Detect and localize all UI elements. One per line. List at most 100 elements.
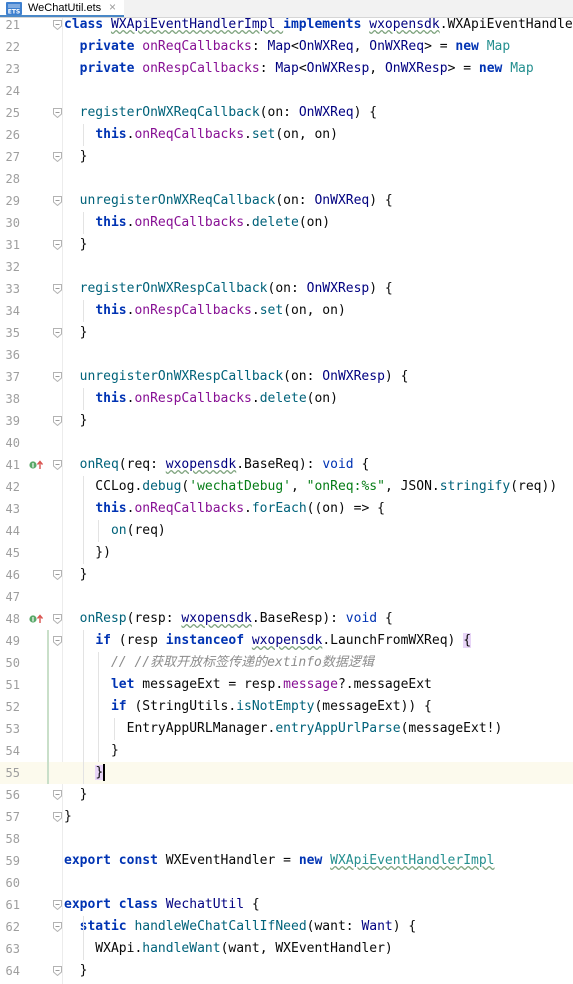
implements-method-icon[interactable]: I xyxy=(29,613,43,625)
indent-guide xyxy=(113,718,115,740)
code-line[interactable]: 61 export class WechatUtil { xyxy=(0,894,573,916)
code-line[interactable]: 62 static handleWeChatCallIfNeed(want: W… xyxy=(0,916,573,938)
implements-method-icon[interactable]: I xyxy=(29,459,43,471)
code-token: WXApiEventHandlerImpl xyxy=(330,853,495,868)
fold-marker-icon[interactable] xyxy=(53,966,62,976)
code-line[interactable]: 29 unregisterOnWXReqCallback(on: OnWXReq… xyxy=(0,190,573,212)
fold-marker-icon[interactable] xyxy=(53,108,62,118)
code-line[interactable]: 42 CCLog.debug('wechatDebug', "onReq:%s"… xyxy=(0,476,573,498)
code-text: registerOnWXRespCallback(on: OnWXResp) { xyxy=(64,278,393,300)
line-number: 49 xyxy=(5,634,20,648)
code-line[interactable]: 63 WXApi.handleWant(want, WXEventHandler… xyxy=(0,938,573,960)
code-line[interactable]: 44 on(req) xyxy=(0,520,573,542)
code-line[interactable]: 33 registerOnWXRespCallback(on: OnWXResp… xyxy=(0,278,573,300)
fold-marker-icon[interactable] xyxy=(53,416,62,426)
code-line[interactable]: 48 I onResp(resp: wxopensdk.BaseResp): vo… xyxy=(0,608,573,630)
line-number: 41 xyxy=(5,458,20,472)
code-token: onRespCallbacks xyxy=(134,303,252,318)
tab-title: WeChatUtil.ets xyxy=(28,2,102,14)
code-line[interactable]: 36 xyxy=(0,344,573,366)
code-line[interactable]: 56 } xyxy=(0,784,573,806)
code-token: OnWXResp xyxy=(306,281,370,296)
code-token: static xyxy=(79,919,135,934)
line-number: 56 xyxy=(5,788,20,802)
code-line[interactable]: 22 private onReqCallbacks: Map<OnWXReq, … xyxy=(0,36,573,58)
fold-marker-icon[interactable] xyxy=(53,614,62,624)
code-token: .BaseResp): xyxy=(251,611,346,626)
code-token: . xyxy=(244,215,252,230)
code-text: unregisterOnWXReqCallback(on: OnWXReq) { xyxy=(64,190,393,212)
vcs-change-marker[interactable] xyxy=(47,630,49,784)
code-line[interactable]: 59 export const WXEventHandler = new WXAp… xyxy=(0,850,573,872)
fold-marker-icon[interactable] xyxy=(53,240,62,250)
code-line[interactable]: 34 this.onRespCallbacks.set(on, on) xyxy=(0,300,573,322)
code-line[interactable]: 37 unregisterOnWXRespCallback(on: OnWXRe… xyxy=(0,366,573,388)
fold-marker-icon[interactable] xyxy=(53,922,62,932)
line-number: 35 xyxy=(5,326,20,340)
code-line[interactable]: 41 I onReq(req: wxopensdk.BaseReq): void … xyxy=(0,454,573,476)
fold-marker-icon[interactable] xyxy=(53,570,62,580)
fold-marker-icon[interactable] xyxy=(53,790,62,800)
fold-marker-icon[interactable] xyxy=(53,20,62,30)
code-line[interactable]: 49 if (resp instanceof wxopensdk.LaunchF… xyxy=(0,630,573,652)
code-line[interactable]: 32 xyxy=(0,256,573,278)
fold-marker-icon[interactable] xyxy=(53,372,62,382)
svg-text:I: I xyxy=(32,616,34,623)
code-line[interactable]: 54 } xyxy=(0,740,573,762)
code-line[interactable]: 53 EntryAppURLManager.entryAppUrlParse(m… xyxy=(0,718,573,740)
code-line[interactable]: 35 } xyxy=(0,322,573,344)
code-token: OnWXResp xyxy=(306,61,370,76)
code-token: > = xyxy=(447,61,479,76)
code-line[interactable]: 60 xyxy=(0,872,573,894)
code-line[interactable]: 23 private onRespCallbacks: Map<OnWXResp… xyxy=(0,58,573,80)
code-line[interactable]: 38 this.onRespCallbacks.delete(on) xyxy=(0,388,573,410)
code-token: , xyxy=(291,479,307,494)
code-line[interactable]: 46 } xyxy=(0,564,573,586)
code-line[interactable]: 25 registerOnWXReqCallback(on: OnWXReq) … xyxy=(0,102,573,124)
code-line[interactable]: 26 this.onReqCallbacks.set(on, on) xyxy=(0,124,573,146)
code-text: onReq(req: wxopensdk.BaseReq): void { xyxy=(64,454,370,476)
code-text: } xyxy=(64,740,119,762)
fold-marker-icon[interactable] xyxy=(53,812,62,822)
code-editor[interactable]: 21 class WXApiEventHandlerImpl implements… xyxy=(0,18,573,984)
fold-marker-icon[interactable] xyxy=(53,900,62,910)
code-line[interactable]: 52 if (StringUtils.isNotEmpty(messageExt… xyxy=(0,696,573,718)
code-text: this.onRespCallbacks.delete(on) xyxy=(64,388,338,410)
code-line[interactable]: 21 class WXApiEventHandlerImpl implements… xyxy=(0,18,573,36)
code-line[interactable]: 55 } xyxy=(0,762,573,784)
indent-guide xyxy=(82,476,84,564)
tab-wechatutil[interactable]: ETS WeChatUtil.ets × xyxy=(0,0,124,17)
code-line[interactable]: 43 this.onReqCallbacks.forEach((on) => { xyxy=(0,498,573,520)
fold-marker-icon[interactable] xyxy=(53,636,62,646)
code-line[interactable]: 30 this.onReqCallbacks.delete(on) xyxy=(0,212,573,234)
code-line[interactable]: 28 xyxy=(0,168,573,190)
code-line[interactable]: 45 }) xyxy=(0,542,573,564)
code-line[interactable]: 50 // //获取开放标签传递的extinfo数据逻辑 xyxy=(0,652,573,674)
code-line[interactable]: 40 xyxy=(0,432,573,454)
close-icon[interactable]: × xyxy=(109,0,116,15)
fold-marker-icon[interactable] xyxy=(53,152,62,162)
code-line[interactable]: 39 } xyxy=(0,410,573,432)
fold-marker-icon[interactable] xyxy=(53,196,62,206)
code-token: implements xyxy=(283,18,370,32)
fold-marker-icon[interactable] xyxy=(53,460,62,470)
code-line[interactable]: 24 xyxy=(0,80,573,102)
code-token: debug xyxy=(142,479,182,494)
code-token: (req) xyxy=(126,523,166,538)
fold-marker-icon[interactable] xyxy=(53,328,62,338)
code-line[interactable]: 64 } xyxy=(0,960,573,982)
fold-marker-icon[interactable] xyxy=(53,284,62,294)
code-line[interactable]: 57} xyxy=(0,806,573,828)
code-line[interactable]: 58 xyxy=(0,828,573,850)
indent-guide xyxy=(82,388,84,410)
code-line[interactable]: 51 let messageExt = resp.message?.messag… xyxy=(0,674,573,696)
code-line[interactable]: 27 } xyxy=(0,146,573,168)
code-line[interactable]: 31 } xyxy=(0,234,573,256)
code-line[interactable]: 47 xyxy=(0,586,573,608)
line-number: 23 xyxy=(5,62,20,76)
code-token: { xyxy=(463,633,472,648)
